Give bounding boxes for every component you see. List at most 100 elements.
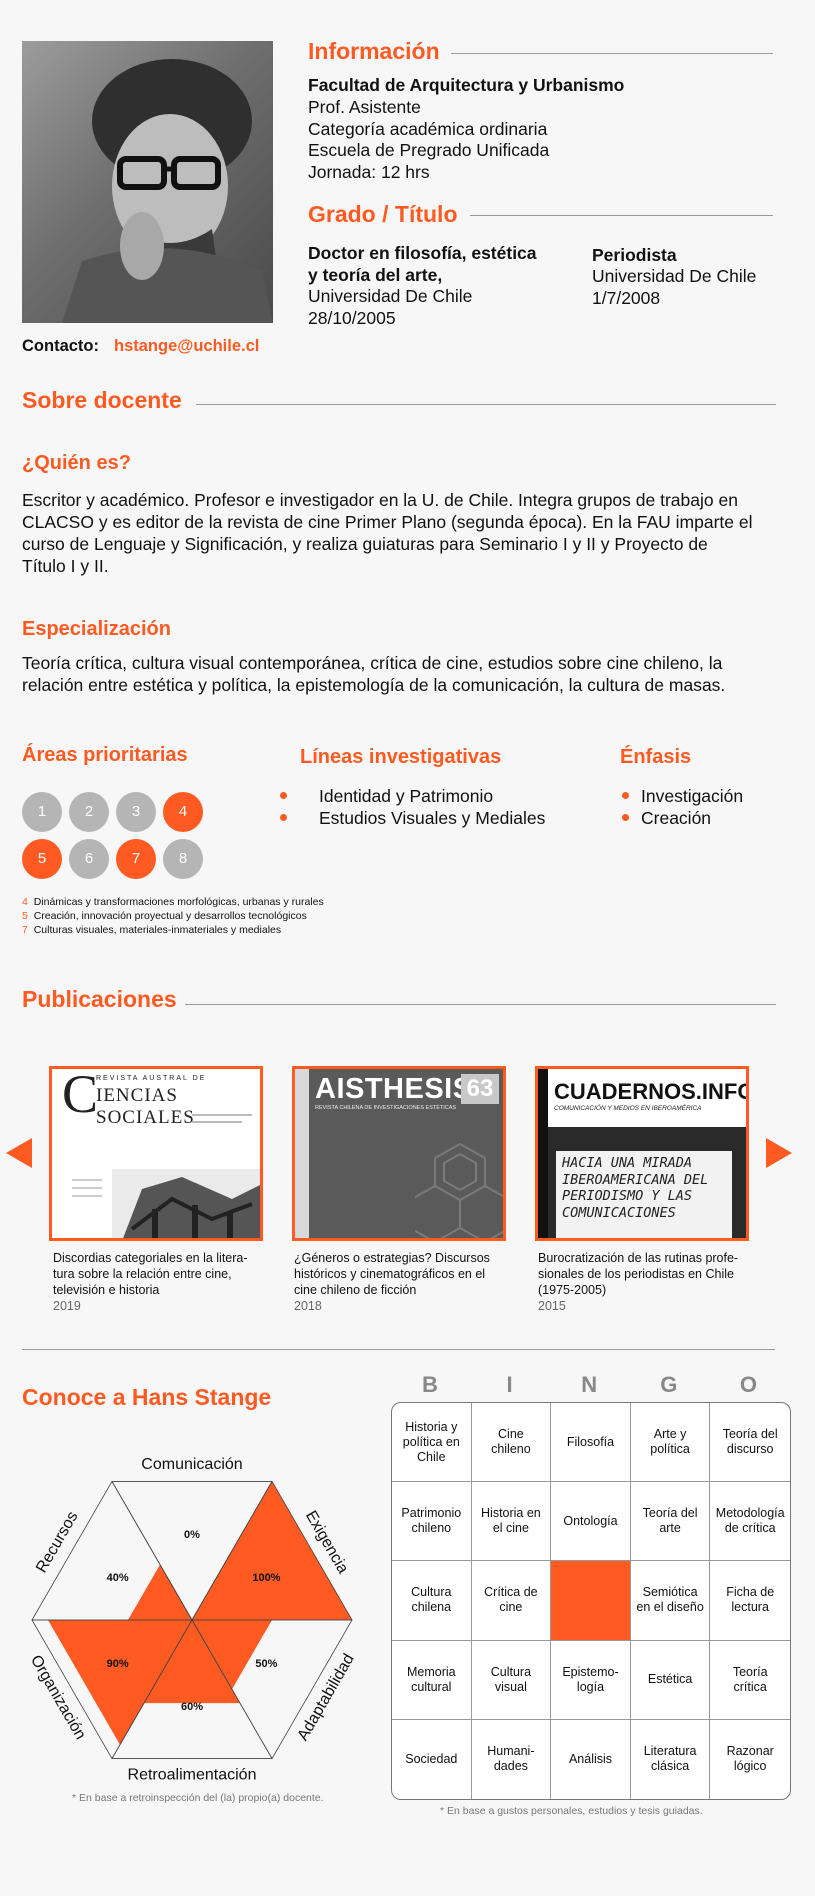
who-text-4: Título I y II. bbox=[22, 556, 109, 576]
radar-axis-label: Recursos bbox=[33, 1509, 82, 1576]
caption-line: históricos y cinematográficos en el bbox=[294, 1267, 486, 1281]
bingo-free-cell bbox=[551, 1561, 631, 1641]
cover-text-line: IBEROAMERICANA DEL bbox=[562, 1171, 709, 1188]
degree1-title-1: Doctor en filosofía, estética bbox=[308, 243, 537, 263]
bullet-icon bbox=[622, 814, 629, 821]
area-circle-4: 4 bbox=[163, 792, 203, 832]
cover-text: HACIA UNA MIRADA IBEROAMERICANA DEL PERI… bbox=[556, 1151, 732, 1238]
area-circle-6: 6 bbox=[69, 839, 109, 879]
faculty: Facultad de Arquitectura y Urbanismo bbox=[308, 75, 625, 95]
publications-divider bbox=[185, 1004, 776, 1005]
bingo-cell: Ontología bbox=[551, 1482, 631, 1562]
degree1-date: 28/10/2005 bbox=[308, 308, 396, 328]
know-heading: Conoce a Hans Stange bbox=[22, 1384, 272, 1410]
publication-cover[interactable]: C REVISTA AUSTRAL DE IENCIAS SOCIALES bbox=[49, 1066, 263, 1241]
who-text-2: CLACSO y es editor de la revista de cine… bbox=[22, 512, 753, 532]
cover-subtitle: REVISTA CHILENA DE INVESTIGACIONES ESTÉT… bbox=[315, 1105, 457, 1111]
caption-line: cine chileno de ficción bbox=[294, 1283, 417, 1297]
cover-line bbox=[192, 1121, 242, 1123]
legend-num: 5 bbox=[22, 910, 28, 922]
cover-text-line: PERIODISMO Y LAS bbox=[562, 1188, 693, 1204]
publication-caption[interactable]: ¿Géneros o estrategias? Discursos histór… bbox=[294, 1250, 514, 1314]
radar-chart: 0%100%50%60%90%40% ComunicaciónExigencia… bbox=[27, 1456, 358, 1780]
cover-spine bbox=[295, 1069, 309, 1238]
spec-text-1: Teoría crítica, cultura visual contempor… bbox=[22, 653, 723, 673]
bingo-cell: Teoría del discurso bbox=[710, 1403, 790, 1483]
bingo-cell: Estética bbox=[630, 1640, 711, 1720]
radar-wedge bbox=[128, 1564, 192, 1620]
spec-heading: Especialización bbox=[22, 618, 171, 640]
cover-letter: C bbox=[62, 1066, 99, 1124]
publication-year: 2015 bbox=[538, 1299, 566, 1313]
bingo-cell: Patrimonio chileno bbox=[392, 1482, 472, 1562]
info-divider bbox=[451, 53, 773, 54]
areas-heading: Áreas prioritarias bbox=[22, 744, 188, 766]
workload: Jornada: 12 hrs bbox=[308, 162, 430, 182]
bingo-cell: Sociedad bbox=[392, 1719, 472, 1799]
carousel-prev-icon[interactable] bbox=[6, 1138, 34, 1168]
caption-line: sionales de los periodistas en Chile bbox=[538, 1267, 734, 1281]
area-circle-2: 2 bbox=[69, 792, 109, 832]
radar-value: 40% bbox=[107, 1572, 129, 1584]
degree2-title: Periodista bbox=[592, 245, 677, 265]
school: Escuela de Pregrado Unificada bbox=[308, 140, 550, 160]
bingo-cell: Razonar lógico bbox=[726, 1744, 774, 1774]
bingo-cell: Historia y política en Chile bbox=[392, 1403, 472, 1483]
degree2-date: 1/7/2008 bbox=[592, 288, 661, 308]
publication-year: 2018 bbox=[294, 1299, 322, 1313]
cover-number: 63 bbox=[461, 1074, 499, 1104]
publication-cover[interactable]: CUADERNOS.INFO COMUNICACIÓN Y MEDIOS EN … bbox=[535, 1066, 749, 1241]
area-circle-1: 1 bbox=[22, 792, 62, 832]
bingo-cell: Metodología de crítica bbox=[710, 1482, 790, 1562]
bingo-cell: Teoría del arte bbox=[630, 1482, 711, 1562]
who-text-3: curso de Lenguaje y Significación, y rea… bbox=[22, 534, 708, 554]
bingo-cell: Humani- dades bbox=[472, 1719, 552, 1799]
cover-top: REVISTA AUSTRAL DE bbox=[96, 1075, 207, 1082]
degree1-title-2: y teoría del arte, bbox=[308, 265, 443, 285]
position: Prof. Asistente bbox=[308, 97, 421, 117]
radar-value: 60% bbox=[181, 1701, 203, 1713]
legend-text: Creación, innovación proyectual y desarr… bbox=[33, 910, 307, 922]
cover-text-line: HACIA UNA MIRADA bbox=[562, 1155, 693, 1171]
radar-axis-label: Retroalimentación bbox=[128, 1766, 257, 1780]
info-heading: Información bbox=[308, 38, 440, 64]
degree-heading: Grado / Título bbox=[308, 201, 458, 227]
bingo-cell: Historia en el cine bbox=[471, 1482, 552, 1562]
publication-caption[interactable]: Discordias categoriales en la litera- tu… bbox=[53, 1250, 273, 1314]
radar-value: 100% bbox=[252, 1572, 280, 1584]
cover-line bbox=[72, 1187, 102, 1189]
section-divider bbox=[22, 1349, 775, 1350]
cover-title: CUADERNOS.INFO bbox=[554, 1079, 749, 1104]
bingo-cell: Literatura clásica bbox=[631, 1719, 711, 1799]
contact-label: Contacto: bbox=[22, 337, 99, 355]
cover-line bbox=[72, 1195, 102, 1197]
bingo-cell: Cine chileno bbox=[471, 1403, 552, 1483]
radar-value: 90% bbox=[107, 1658, 129, 1670]
line-item: Identidad y Patrimonio bbox=[319, 786, 494, 806]
carousel-next-icon[interactable] bbox=[766, 1138, 794, 1168]
area-circle-3: 3 bbox=[116, 792, 156, 832]
bingo-cell: Arte y política bbox=[630, 1403, 711, 1483]
bingo-cell: Ficha de lectura bbox=[710, 1561, 790, 1641]
bingo-cell: Memoria cultural bbox=[392, 1640, 472, 1720]
bingo-cell: Cultura visual bbox=[471, 1640, 552, 1720]
publication-cover[interactable]: AISTHESIS 63 REVISTA CHILENA DE INVESTIG… bbox=[292, 1066, 506, 1241]
bingo-letter: N bbox=[581, 1372, 598, 1397]
publication-caption[interactable]: Burocratización de las rutinas profe- si… bbox=[538, 1250, 758, 1314]
bingo-grid: Historia y política en Chile Cine chileno… bbox=[391, 1402, 791, 1800]
legend-text: Dinámicas y transformaciones morfológica… bbox=[33, 896, 324, 908]
area-circle-8: 8 bbox=[163, 839, 203, 879]
degree2-university: Universidad De Chile bbox=[592, 266, 757, 286]
bingo-cell: Crítica de cine bbox=[471, 1561, 552, 1641]
caption-line: ¿Géneros o estrategias? Discursos bbox=[294, 1251, 490, 1265]
contact-email-link[interactable]: hstange@uchile.cl bbox=[114, 337, 259, 356]
caption-line: (1975-2005) bbox=[538, 1283, 607, 1297]
caption-line: tura sobre la relación entre cine, bbox=[53, 1267, 232, 1281]
category: Categoría académica ordinaria bbox=[308, 119, 548, 139]
bingo-cell: Filosofía bbox=[551, 1403, 631, 1483]
cover-image bbox=[112, 1169, 260, 1238]
bingo-cell: Cultura chilena bbox=[392, 1561, 472, 1641]
bingo-cell: Análisis bbox=[551, 1719, 631, 1799]
legend-text: Culturas visuales, materiales-inmaterial… bbox=[33, 924, 282, 936]
line-item: Estudios Visuales y Mediales bbox=[319, 808, 546, 828]
